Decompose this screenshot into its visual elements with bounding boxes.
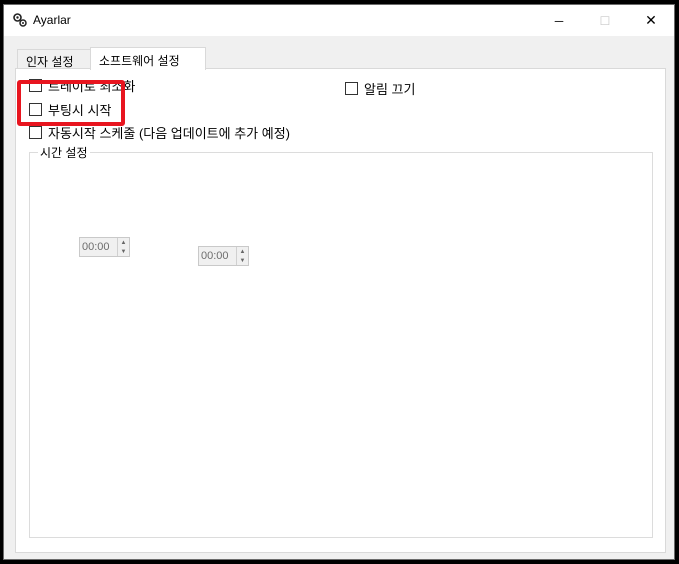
highlight-annotation <box>17 80 125 126</box>
minimize-icon: ─ <box>554 13 564 28</box>
alarm-off-option[interactable]: 알림 끄기 <box>345 79 415 98</box>
start-time-picker[interactable]: 00:00 ▲ ▼ <box>79 237 130 257</box>
spin-down-icon[interactable]: ▼ <box>237 256 248 265</box>
close-button[interactable]: ✕ <box>628 5 674 36</box>
tab-software-settings[interactable]: 소프트웨어 설정 <box>90 47 206 70</box>
close-icon: ✕ <box>645 12 657 28</box>
software-settings-panel: 트레이로 최소화 알림 끄기 부팅시 시작 자동시작 스케줄 (다음 업데이트에… <box>15 68 666 553</box>
gears-icon <box>13 13 27 27</box>
alarm-off-checkbox[interactable] <box>345 82 358 95</box>
end-time-picker[interactable]: 00:00 ▲ ▼ <box>198 246 249 266</box>
title-bar[interactable]: Ayarlar ─ ☐ ✕ <box>4 5 674 36</box>
alarm-off-label: 알림 끄기 <box>364 82 416 97</box>
tab-argument-settings[interactable]: 인자 설정 <box>17 49 91 69</box>
auto-start-schedule-checkbox[interactable] <box>29 126 42 139</box>
time-settings-group: 시간 설정 00:00 ▲ ▼ 00:00 ▲ ▼ <box>29 144 653 538</box>
minimize-button[interactable]: ─ <box>536 5 582 36</box>
spin-up-icon[interactable]: ▲ <box>118 238 129 247</box>
maximize-icon: ☐ <box>599 13 611 28</box>
time-settings-legend: 시간 설정 <box>38 144 90 161</box>
spin-down-icon[interactable]: ▼ <box>118 247 129 256</box>
start-time-value[interactable]: 00:00 <box>80 238 117 256</box>
window-title: Ayarlar <box>33 13 71 27</box>
spin-up-icon[interactable]: ▲ <box>237 247 248 256</box>
end-time-value[interactable]: 00:00 <box>199 247 236 265</box>
maximize-button[interactable]: ☐ <box>582 5 628 36</box>
